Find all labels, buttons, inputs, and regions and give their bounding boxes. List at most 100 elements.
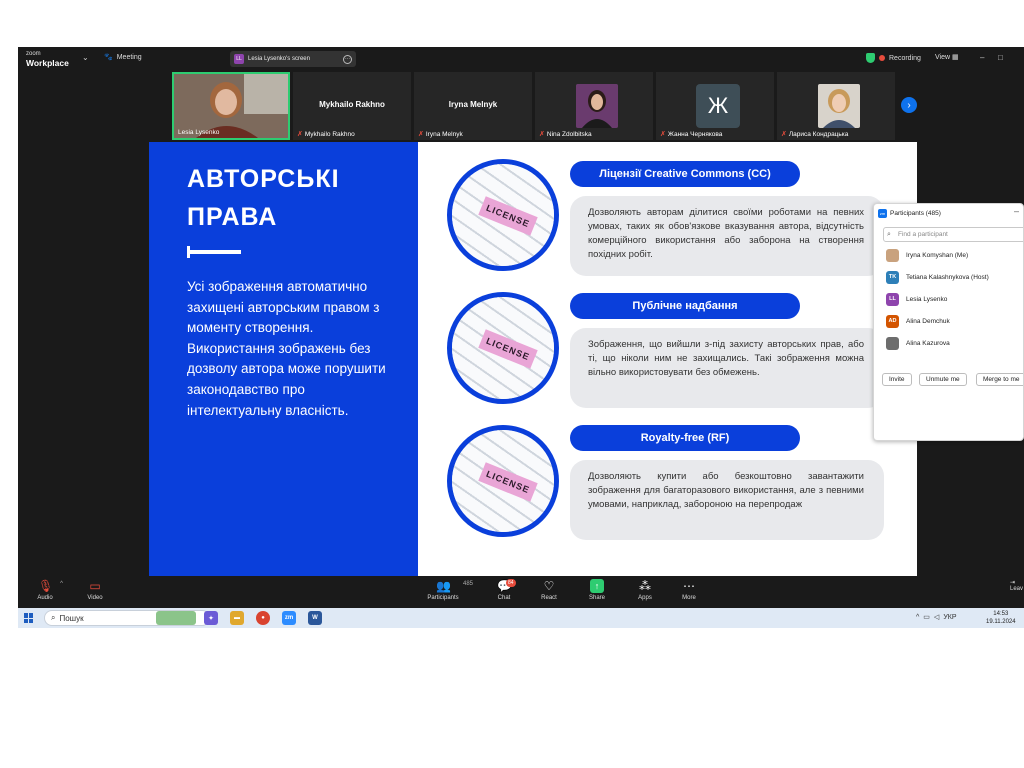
- apps-icon: ⁂: [639, 579, 651, 593]
- mic-muted-icon: ✗: [418, 131, 424, 138]
- participant-search-input[interactable]: ⌕ Find a participant: [883, 227, 1023, 242]
- apps-button[interactable]: ⁂ Apps: [625, 579, 665, 601]
- participant-name: ✗ Лариса Кондрацька: [781, 130, 849, 139]
- paw-icon: 🐾: [104, 54, 113, 61]
- record-dot-icon: [879, 55, 885, 61]
- leave-label: Leav: [1010, 586, 1024, 592]
- chevron-right-icon: ›: [907, 99, 911, 111]
- search-placeholder: Find a participant: [898, 231, 948, 238]
- invite-button[interactable]: Invite: [882, 373, 912, 386]
- video-button[interactable]: ▭ Video: [75, 579, 115, 601]
- chevron-down-icon[interactable]: ⌄: [82, 53, 89, 62]
- participant-list-item[interactable]: AD Alina Demchuk: [886, 314, 950, 328]
- mic-muted-icon: 🎙: [38, 579, 54, 593]
- participant-name: Iryna Komyshan (Me): [906, 251, 969, 259]
- clock-date: 19.11.2024: [986, 619, 1016, 625]
- chevron-up-icon[interactable]: ^: [916, 614, 919, 621]
- maximize-icon[interactable]: □: [998, 53, 1003, 62]
- mic-muted-icon: ✗: [297, 131, 303, 138]
- recording-label: Recording: [889, 54, 921, 62]
- participant-avatar-letter: Ж: [696, 84, 740, 128]
- windows-taskbar: ⌕ Пошук ✦ ▬ ● zm W ^ ▭ ◁ УКР 14:53 19.11…: [18, 608, 1024, 628]
- chat-button[interactable]: 💬 84 Chat: [484, 579, 524, 601]
- system-tray: ^ ▭ ◁ УКР: [916, 613, 957, 622]
- minimize-panel-icon[interactable]: –: [1014, 206, 1019, 216]
- chevron-up-icon: ^: [60, 581, 63, 587]
- participant-photo: [818, 84, 860, 128]
- react-button[interactable]: ♡ React: [529, 579, 569, 601]
- participant-list-item[interactable]: LL Lesia Lysenko: [886, 292, 947, 306]
- video-label: Video: [87, 595, 103, 601]
- more-button[interactable]: ⋯ More: [669, 579, 709, 601]
- participant-tile[interactable]: Lesia Lysenko: [172, 72, 290, 140]
- participant-display-name: Iryna Melnyk: [448, 100, 498, 109]
- share-button[interactable]: ↑ Share: [577, 579, 617, 601]
- grid-icon: ▦: [952, 54, 959, 61]
- participant-tile[interactable]: Mykhailo Rakhno ✗ Mykhailo Rakhno: [293, 72, 411, 140]
- participants-button[interactable]: 👥 Participants 485: [423, 579, 473, 601]
- zoom-logo: zoom Workplace: [26, 50, 69, 68]
- more-options-icon[interactable]: ···: [343, 54, 352, 64]
- network-icon[interactable]: ▭: [923, 613, 930, 621]
- windows-start-icon[interactable]: [24, 613, 34, 623]
- item-heading: Ліцензії Creative Commons (CC): [570, 161, 800, 187]
- participant-list-item[interactable]: TK Tetiana Kalashnykova (Host): [886, 270, 989, 284]
- zoom-window: zoom Workplace ⌄ 🐾 Meeting LL Lesia Lyse…: [18, 47, 1024, 628]
- word-icon[interactable]: W: [308, 611, 322, 625]
- merge-to-me-button[interactable]: Merge to me: [976, 373, 1023, 386]
- people-icon: 👥: [436, 579, 451, 593]
- search-placeholder: Пошук: [59, 613, 84, 623]
- participant-strip: Lesia Lysenko Mykhailo Rakhno ✗ Mykhailo …: [18, 71, 1024, 141]
- audio-label: Audio: [37, 595, 53, 601]
- copilot-icon[interactable]: ✦: [204, 611, 218, 625]
- view-button[interactable]: View ▦: [935, 53, 959, 61]
- speaker-icon[interactable]: ◁: [934, 613, 939, 621]
- zoom-icon: zm: [878, 209, 887, 218]
- minimize-icon[interactable]: –: [980, 53, 984, 62]
- title-bar: zoom Workplace ⌄ 🐾 Meeting LL Lesia Lyse…: [18, 47, 1024, 71]
- participant-name: Alina Demchuk: [906, 317, 950, 325]
- language-indicator[interactable]: УКР: [943, 614, 956, 621]
- search-highlight-icon[interactable]: [156, 611, 196, 625]
- leave-button[interactable]: ⇥ Leav: [1010, 579, 1023, 592]
- participant-name: ✗ Nina Zdolbitska: [539, 130, 592, 139]
- participant-tile[interactable]: ✗ Nina Zdolbitska: [535, 72, 653, 140]
- recording-indicator[interactable]: Recording: [866, 53, 921, 63]
- participant-list-item[interactable]: Alina Kazurova: [886, 336, 950, 350]
- shared-screen-tab[interactable]: LL Lesia Lysenko's screen ···: [230, 51, 356, 67]
- participant-name: ✗ Mykhailo Rakhno: [297, 130, 355, 139]
- more-label: More: [682, 595, 696, 601]
- participant-tile[interactable]: Ж ✗ Жанна Чернякова: [656, 72, 774, 140]
- heart-icon: ♡: [543, 579, 555, 593]
- participant-tile[interactable]: ✗ Лариса Кондрацька: [777, 72, 895, 140]
- participants-label: Participants: [427, 595, 459, 601]
- meeting-label: Meeting: [116, 53, 142, 61]
- zoom-app-icon[interactable]: zm: [282, 611, 296, 625]
- participant-tile[interactable]: Iryna Melnyk ✗ Iryna Melnyk: [414, 72, 532, 140]
- taskbar-clock[interactable]: 14:53 19.11.2024: [986, 610, 1016, 626]
- item-description: Дозволяють авторам ділитися своїми робот…: [570, 196, 884, 276]
- panel-title: Participants (485): [890, 210, 941, 217]
- search-icon: ⌕: [887, 231, 891, 238]
- audio-button[interactable]: 🎙 Audio ^: [25, 579, 65, 601]
- meeting-menu[interactable]: 🐾 Meeting: [104, 53, 142, 62]
- participants-panel: zm Participants (485) – ⌕ Find a partici…: [873, 203, 1024, 441]
- item-heading: Royalty-free (RF): [570, 425, 800, 451]
- item-description: Дозволяють купити або безкоштовно завант…: [570, 460, 884, 540]
- item-heading: Публічне надбання: [570, 293, 800, 319]
- participant-name: ✗ Жанна Чернякова: [660, 130, 723, 139]
- chrome-icon[interactable]: ●: [256, 611, 270, 625]
- avatar: [886, 336, 899, 350]
- clock-time: 14:53: [993, 611, 1009, 617]
- unmute-me-button[interactable]: Unmute me: [919, 373, 967, 386]
- brand-name: Workplace: [26, 58, 69, 68]
- mic-muted-icon: ✗: [539, 131, 545, 138]
- shared-screen-label: Lesia Lysenko's screen: [248, 56, 310, 62]
- participant-display-name: Mykhailo Rakhno: [319, 100, 385, 109]
- next-page-button[interactable]: ›: [901, 97, 917, 113]
- file-explorer-icon[interactable]: ▬: [230, 611, 244, 625]
- participant-name: Alina Kazurova: [906, 339, 950, 347]
- participant-name: ✗ Iryna Melnyk: [418, 130, 463, 139]
- more-icon: ⋯: [683, 579, 695, 593]
- participant-list-item[interactable]: Iryna Komyshan (Me): [886, 248, 968, 262]
